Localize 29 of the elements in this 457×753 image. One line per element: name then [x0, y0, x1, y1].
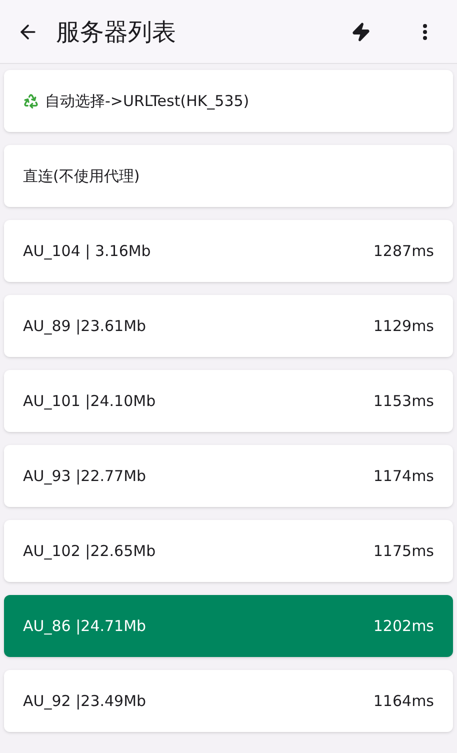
server-name: 直连(不使用代理): [23, 166, 140, 187]
latency: 1174ms: [373, 466, 434, 487]
server-name: AU_101 |24.10Mb: [23, 390, 156, 412]
server-name: AU_89 |23.61Mb: [23, 316, 146, 337]
server-name: AU_92 |23.49Mb: [23, 690, 146, 712]
server-item[interactable]: AU_93 |22.77Mb 1174ms: [4, 445, 453, 507]
recycle-icon: [23, 93, 39, 109]
latency: 1129ms: [373, 316, 434, 337]
server-item[interactable]: AU_104 | 3.16Mb 1287ms: [4, 220, 453, 282]
latency: 1164ms: [373, 690, 434, 712]
server-name: AU_104 | 3.16Mb: [23, 240, 151, 262]
server-item[interactable]: AU_101 |24.10Mb 1153ms: [4, 370, 453, 432]
server-item[interactable]: AU_89 |23.61Mb 1129ms: [4, 295, 453, 357]
latency: 1153ms: [373, 390, 434, 412]
latency: 1202ms: [373, 616, 434, 637]
more-icon: [423, 24, 427, 40]
server-item[interactable]: 直连(不使用代理): [4, 145, 453, 207]
server-name: 自动选择->URLTest(HK_535): [45, 90, 250, 112]
server-name: AU_102 |22.65Mb: [23, 540, 156, 562]
server-name: AU_86 |24.71Mb: [23, 616, 146, 637]
lightning-icon: [351, 22, 371, 42]
latency: 1175ms: [373, 540, 434, 562]
server-item[interactable]: AU_92 |23.49Mb 1164ms: [4, 670, 453, 732]
server-item[interactable]: AU_86 |24.71Mb 1202ms: [4, 595, 453, 657]
server-item[interactable]: AU_102 |22.65Mb 1175ms: [4, 520, 453, 582]
page-title: 服务器列表: [56, 16, 176, 48]
server-item[interactable]: 自动选择->URLTest(HK_535): [4, 70, 453, 132]
server-name: AU_93 |22.77Mb: [23, 466, 146, 487]
latency: 1287ms: [373, 240, 434, 262]
